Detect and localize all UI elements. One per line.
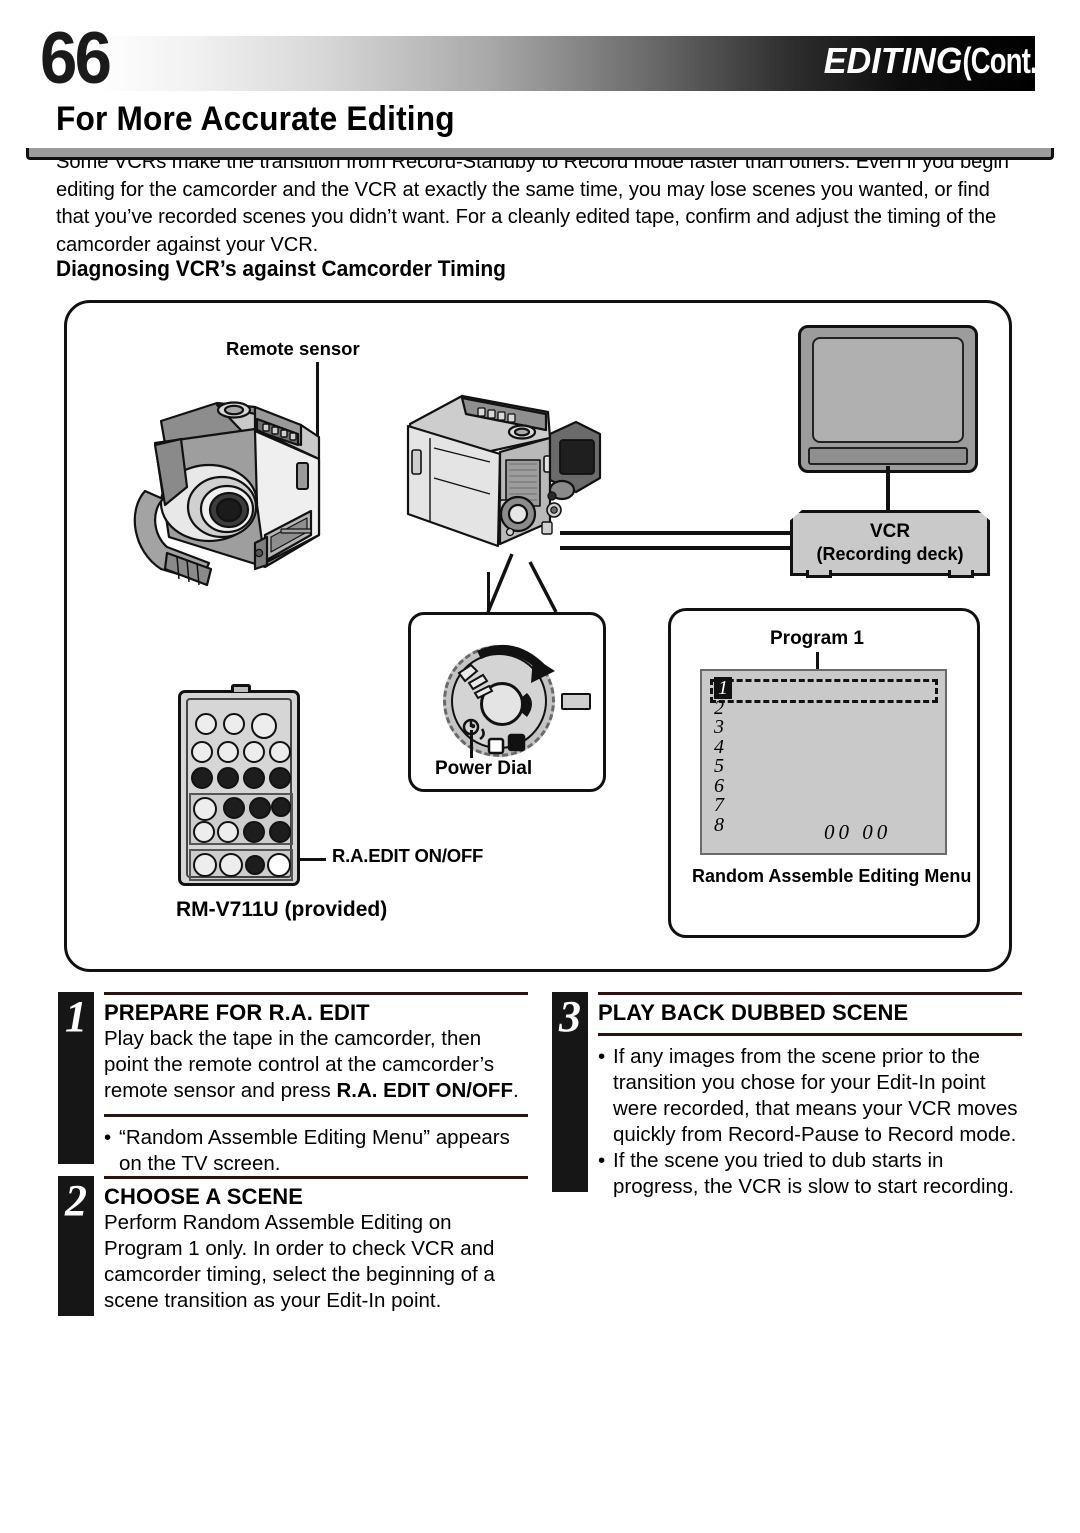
callout-pointer-lines (486, 553, 558, 613)
remote-shuttle-button[interactable] (217, 767, 239, 789)
page-title: For More Accurate Editing (56, 100, 455, 138)
remote-ir-emitter (231, 684, 251, 692)
remote-button[interactable] (217, 741, 239, 763)
menu-program-list: 1 2 3 4 5 6 7 8 (714, 677, 732, 836)
power-dial-indicator (561, 693, 591, 710)
remote-button[interactable] (219, 853, 243, 877)
remote-ra-edit-onoff-button[interactable] (267, 853, 291, 877)
power-dial-icons (457, 644, 555, 755)
vcr-illustration: VCR (Recording deck) (790, 510, 990, 576)
menu-selection-highlight-box (710, 679, 938, 703)
power-dial-label: Power Dial (435, 758, 533, 779)
step-2-rule (104, 1176, 528, 1179)
step-1-title: PREPARE FOR R.A. EDIT (104, 1000, 370, 1025)
remote-pause-button[interactable] (269, 821, 291, 843)
remote-button[interactable] (191, 741, 213, 763)
intro-paragraph: Some VCRs make the transition from Recor… (56, 150, 1009, 256)
vcr-foot-left (806, 570, 832, 578)
section-cont-text: (Cont.) (962, 40, 1046, 81)
step-3-bullet: If the scene you tried to dub starts in … (598, 1148, 1022, 1200)
remote-button[interactable] (251, 713, 277, 739)
vcr-label-line2: (Recording deck) (816, 544, 964, 564)
step-3-bullet: If any images from the scene prior to th… (598, 1044, 1022, 1148)
vcr-label-line1: VCR (869, 521, 911, 542)
step-1-number: 1 (58, 992, 94, 1164)
step-1-text-emphasis: R.A. EDIT ON/OFF (336, 1079, 513, 1102)
remote-record-button[interactable] (245, 855, 265, 875)
remote-stop-button[interactable] (243, 821, 265, 843)
step-3-title: PLAY BACK DUBBED SCENE (598, 1000, 909, 1025)
step-3-bullets: If any images from the scene prior to th… (598, 1044, 1022, 1200)
camcorder-rear-illustration (406, 394, 602, 548)
tv-screen (812, 337, 964, 443)
step-3-sub-rule (598, 1033, 1022, 1036)
step-1-text-part-c: . (512, 1079, 519, 1102)
remote-button[interactable] (193, 797, 217, 821)
cable-tv-to-vcr (886, 466, 890, 510)
ra-edit-label: R.A.EDIT ON/OFF (332, 845, 484, 866)
step-2-title: CHOOSE A SCENE (104, 1184, 304, 1209)
remote-button[interactable] (223, 713, 245, 735)
remote-button[interactable] (195, 713, 217, 735)
camcorder-front-illustration (133, 401, 321, 587)
power-dial-label-leader (470, 730, 473, 758)
remote-shuttle-button[interactable] (269, 767, 291, 789)
remote-shuttle-button[interactable] (243, 767, 265, 789)
tv-stand (26, 148, 1054, 160)
menu-row[interactable]: 8 (714, 813, 732, 836)
step-1-sub-rule (104, 1114, 528, 1117)
step-1-text: Play back the tape in the camcorder, the… (104, 1026, 528, 1104)
page-number: 66 (40, 18, 112, 99)
power-dial-callout-stem (487, 572, 490, 614)
step-2-number: 2 (58, 1176, 94, 1316)
tv-control-strip (808, 447, 968, 465)
remote-sensor-label: Remote sensor (226, 338, 360, 359)
remote-fast-forward-button[interactable] (271, 797, 291, 817)
step-1-bullets: “Random Assemble Editing Menu” appears o… (104, 1125, 528, 1177)
remote-shuttle-button[interactable] (191, 767, 213, 789)
menu-timecode: 00 00 (824, 820, 892, 844)
step-1-rule (104, 992, 528, 995)
cable-to-vcr-upper (560, 531, 805, 535)
vcr-foot-right (948, 570, 974, 578)
menu-row-number: 8 (714, 813, 724, 836)
remote-button[interactable] (269, 741, 291, 763)
section-header-title: EDITING(Cont.) (824, 40, 1066, 82)
remote-button[interactable] (217, 821, 239, 843)
remote-rewind-button[interactable] (223, 797, 245, 819)
tv-illustration (798, 325, 978, 473)
subheading: Diagnosing VCR’s against Camcorder Timin… (56, 256, 506, 281)
step-2-text: Perform Random Assemble Editing on Progr… (104, 1211, 495, 1312)
remote-play-button[interactable] (249, 797, 271, 819)
program-1-label: Program 1 (770, 628, 864, 649)
remote-model-label: RM-V711U (provided) (176, 898, 388, 921)
remote-button[interactable] (193, 821, 215, 843)
section-title-text: EDITING (823, 40, 963, 81)
menu-caption: Random Assemble Editing Menu (692, 866, 972, 886)
step-1-bullet: “Random Assemble Editing Menu” appears o… (104, 1125, 528, 1177)
ra-edit-leader-line (298, 858, 326, 861)
step-3-number: 3 (552, 992, 588, 1192)
remote-control-illustration (178, 684, 300, 886)
step-3-rule (598, 992, 1022, 995)
remote-button[interactable] (193, 853, 217, 877)
remote-button[interactable] (243, 741, 265, 763)
